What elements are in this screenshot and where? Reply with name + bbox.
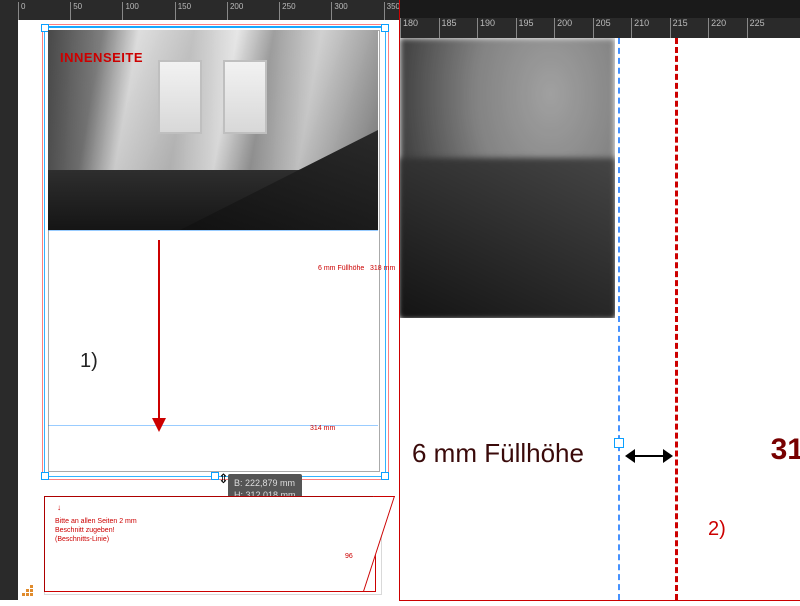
cut-number-31: 31 — [771, 433, 800, 467]
left-ruler-vertical[interactable] — [0, 20, 18, 600]
resize-handle[interactable] — [381, 472, 389, 480]
bleed-guide[interactable] — [675, 38, 678, 600]
ruler-tick: 200 — [227, 2, 277, 20]
measure-318: 318 mm — [370, 265, 395, 272]
page-edge-guide[interactable] — [618, 38, 620, 600]
ruler-tick: 205 — [593, 18, 629, 38]
dieline-sheet: ↓ Bitte an allen Seiten 2 mm Beschnitt z… — [44, 496, 376, 592]
image-content — [158, 60, 202, 134]
dieline-arrow-icon: ↓ — [57, 503, 61, 512]
ruler-tick: 190 — [477, 18, 513, 38]
measure-314: 314 mm — [310, 425, 335, 432]
placed-image-zoom[interactable] — [400, 38, 615, 318]
ruler-tick: 150 — [175, 2, 225, 20]
ruler-tick: 185 — [439, 18, 475, 38]
guide-line[interactable] — [48, 230, 378, 231]
left-editor-view: 0 50 100 150 200 250 300 350 INNENSEITE — [0, 0, 400, 600]
innenseite-label: INNENSEITE — [60, 50, 143, 65]
ruler-tick: 220 — [708, 18, 744, 38]
resize-handle[interactable] — [41, 472, 49, 480]
right-canvas[interactable]: 6 mm Füllhöhe 31 2) — [400, 38, 800, 600]
ruler-tick: 200 — [554, 18, 590, 38]
dieline-note-line: (Beschnitts-Linie) — [55, 535, 137, 544]
image-content — [223, 60, 267, 134]
left-canvas[interactable]: INNENSEITE 1) 6 mm Füllhöhe 318 mm 314 m… — [18, 20, 400, 600]
annotation-marker-2: 2) — [708, 518, 726, 541]
dimension-width: B: 222,879 mm — [234, 477, 296, 489]
ruler-tick: 0 — [18, 2, 68, 20]
right-ruler-horizontal[interactable]: 180 185 190 195 200 205 210 215 220 225 … — [400, 18, 800, 38]
left-ruler-horizontal[interactable]: 0 50 100 150 200 250 300 350 — [18, 2, 400, 20]
right-titlebar — [400, 0, 800, 18]
ruler-tick: 210 — [631, 18, 667, 38]
app-corner-icon — [20, 584, 34, 598]
ruler-tick: 225 — [747, 18, 783, 38]
dieline-note-line: Bitte an allen Seiten 2 mm — [55, 517, 137, 526]
dieline-spread: ↓ Bitte an allen Seiten 2 mm Beschnitt z… — [44, 496, 396, 606]
dieline-note: Bitte an allen Seiten 2 mm Beschnitt zug… — [55, 517, 137, 544]
ruler-tick: 100 — [122, 2, 172, 20]
right-zoom-panel: 180 185 190 195 200 205 210 215 220 225 … — [400, 0, 800, 600]
ruler-tick: 195 — [516, 18, 552, 38]
ruler-tick: 215 — [670, 18, 706, 38]
image-content — [400, 158, 615, 318]
resize-handle[interactable] — [614, 438, 624, 448]
ruler-tick: 350 — [384, 2, 400, 20]
double-arrow-icon — [625, 446, 673, 466]
annotation-marker-1: 1) — [80, 350, 98, 373]
ruler-tick: 250 — [279, 2, 329, 20]
fillhoehe-annotation: 6 mm Füllhöhe — [318, 265, 364, 272]
ruler-tick: 50 — [70, 2, 120, 20]
dieline-note-line: Beschnitt zugeben! — [55, 526, 137, 535]
fillhoehe-label: 6 mm Füllhöhe — [412, 438, 584, 469]
placed-image[interactable]: INNENSEITE — [48, 30, 378, 230]
annotation-arrow-down — [158, 240, 160, 430]
ruler-tick: 180 — [400, 18, 436, 38]
ruler-tick: 300 — [331, 2, 381, 20]
resize-handle[interactable] — [381, 24, 389, 32]
